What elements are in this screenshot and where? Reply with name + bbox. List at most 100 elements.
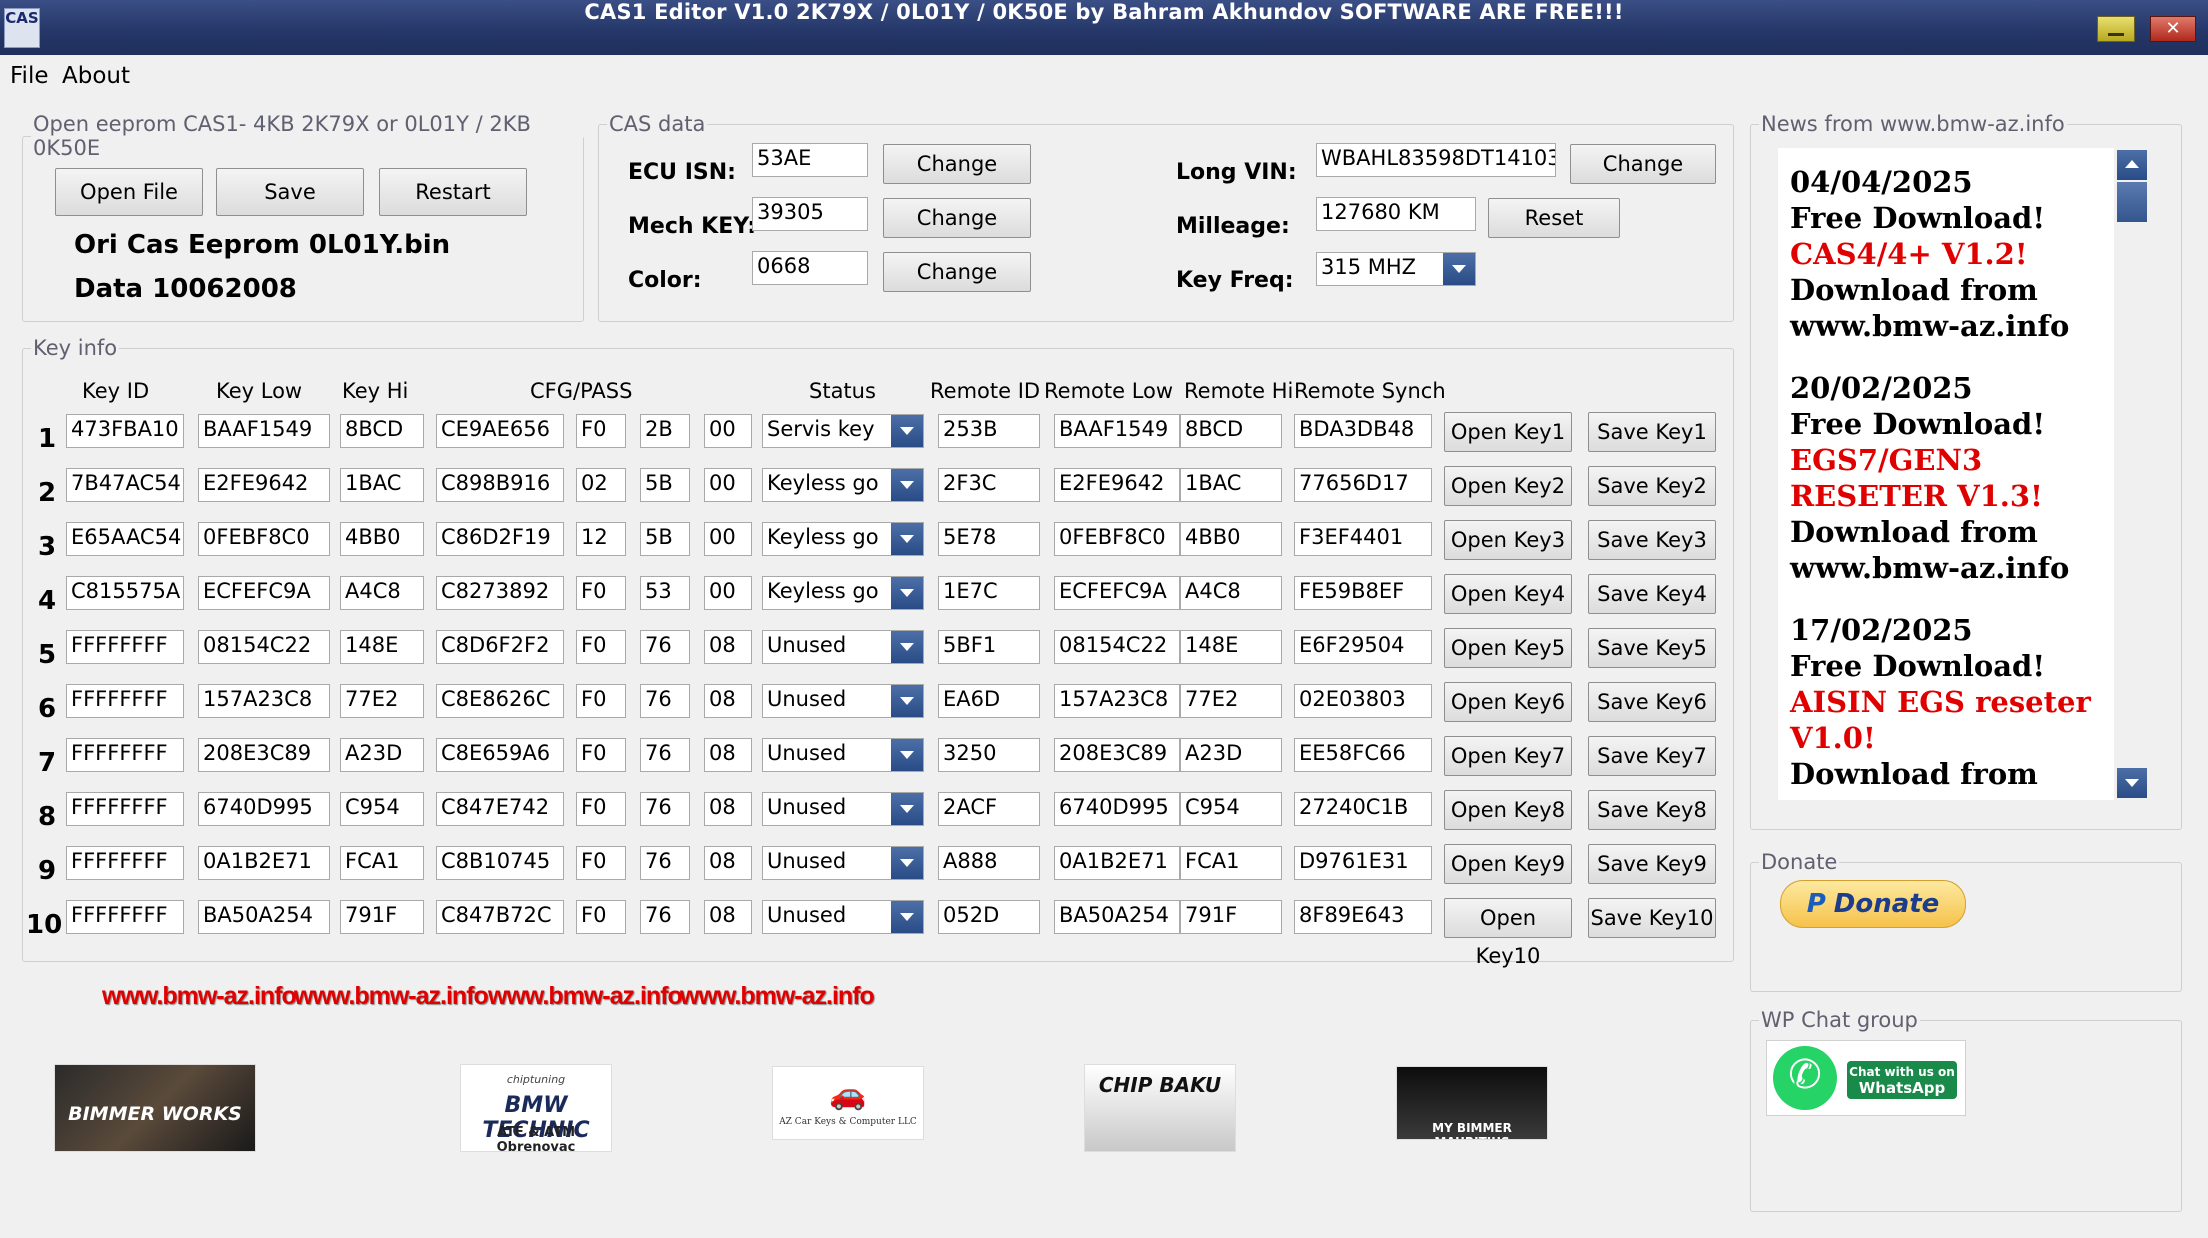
key-status-select[interactable]: Servis key <box>762 414 924 448</box>
chevron-down-icon[interactable] <box>891 739 923 771</box>
menu-about[interactable]: About <box>62 63 130 89</box>
chevron-down-icon[interactable] <box>891 847 923 879</box>
key-p1-field[interactable]: F0 <box>576 414 626 448</box>
key-p2-field[interactable]: 53 <box>640 576 690 610</box>
open-key-button[interactable]: Open Key3 <box>1444 520 1572 560</box>
news-scrollbar[interactable] <box>2114 148 2150 800</box>
donate-button[interactable]: P Donate <box>1780 880 1966 928</box>
promo-link-3[interactable]: www.bmw-az.info <box>488 982 683 1011</box>
my-bimmer-logo[interactable]: MY BIMMER MAURITIUS <box>1396 1066 1548 1140</box>
save-key-button[interactable]: Save Key9 <box>1588 844 1716 884</box>
key-status-select[interactable]: Keyless go <box>762 576 924 610</box>
key-status-select[interactable]: Unused <box>762 792 924 826</box>
key-status-select[interactable]: Unused <box>762 900 924 934</box>
key-p3-field[interactable]: 08 <box>704 738 752 772</box>
key-remote-id-field[interactable]: 3250 <box>938 738 1040 772</box>
key-key-id-field[interactable]: E65AAC54 <box>66 522 184 556</box>
save-key-button[interactable]: Save Key2 <box>1588 466 1716 506</box>
key-remote-hi-field[interactable]: 77E2 <box>1180 684 1282 718</box>
key-key-low-field[interactable]: BA50A254 <box>198 900 330 934</box>
key-cfg-field[interactable]: C898B916 <box>436 468 564 502</box>
bmw-technic-logo[interactable]: chiptuning BMW TECHNIC ATF & ATM Obrenov… <box>460 1064 612 1152</box>
scroll-up-icon[interactable] <box>2117 150 2147 180</box>
key-remote-hi-field[interactable]: 1BAC <box>1180 468 1282 502</box>
whatsapp-button[interactable]: Chat with us on WhatsApp <box>1766 1040 1966 1116</box>
save-key-button[interactable]: Save Key4 <box>1588 574 1716 614</box>
key-key-hi-field[interactable]: C954 <box>340 792 424 826</box>
key-p1-field[interactable]: F0 <box>576 576 626 610</box>
key-remote-id-field[interactable]: A888 <box>938 846 1040 880</box>
key-remote-low-field[interactable]: 6740D995 <box>1054 792 1180 826</box>
chevron-down-icon[interactable] <box>891 415 923 447</box>
key-key-low-field[interactable]: BAAF1549 <box>198 414 330 448</box>
key-p2-field[interactable]: 76 <box>640 738 690 772</box>
key-remote-low-field[interactable]: 157A23C8 <box>1054 684 1180 718</box>
reset-milleage-button[interactable]: Reset <box>1488 198 1620 238</box>
key-cfg-field[interactable]: C8B10745 <box>436 846 564 880</box>
key-remote-synch-field[interactable]: 77656D17 <box>1294 468 1432 502</box>
key-key-hi-field[interactable]: A4C8 <box>340 576 424 610</box>
key-remote-low-field[interactable]: 0FEBF8C0 <box>1054 522 1180 556</box>
key-remote-synch-field[interactable]: F3EF4401 <box>1294 522 1432 556</box>
save-key-button[interactable]: Save Key8 <box>1588 790 1716 830</box>
change-color-button[interactable]: Change <box>883 252 1031 292</box>
key-key-hi-field[interactable]: 77E2 <box>340 684 424 718</box>
key-remote-id-field[interactable]: 5E78 <box>938 522 1040 556</box>
key-remote-hi-field[interactable]: A4C8 <box>1180 576 1282 610</box>
news-link[interactable]: www.bmw-az.info <box>1790 550 2114 586</box>
key-key-low-field[interactable]: 208E3C89 <box>198 738 330 772</box>
chevron-down-icon[interactable] <box>891 469 923 501</box>
chevron-down-icon[interactable] <box>891 577 923 609</box>
scroll-thumb[interactable] <box>2117 182 2147 222</box>
key-p2-field[interactable]: 76 <box>640 684 690 718</box>
open-key-button[interactable]: Open Key4 <box>1444 574 1572 614</box>
key-key-id-field[interactable]: FFFFFFFF <box>66 684 184 718</box>
key-p1-field[interactable]: 02 <box>576 468 626 502</box>
key-remote-low-field[interactable]: 0A1B2E71 <box>1054 846 1180 880</box>
open-key-button[interactable]: Open Key1 <box>1444 412 1572 452</box>
key-remote-low-field[interactable]: E2FE9642 <box>1054 468 1180 502</box>
open-key-button[interactable]: Open Key7 <box>1444 736 1572 776</box>
change-vin-button[interactable]: Change <box>1570 144 1716 184</box>
key-key-id-field[interactable]: 7B47AC54 <box>66 468 184 502</box>
promo-link-4[interactable]: www.bmw-az.info <box>680 982 875 1011</box>
key-cfg-field[interactable]: C8E659A6 <box>436 738 564 772</box>
key-status-select[interactable]: Unused <box>762 738 924 772</box>
key-remote-synch-field[interactable]: E6F29504 <box>1294 630 1432 664</box>
chevron-down-icon[interactable] <box>891 685 923 717</box>
key-remote-id-field[interactable]: 052D <box>938 900 1040 934</box>
save-key-button[interactable]: Save Key10 <box>1588 898 1716 938</box>
key-remote-synch-field[interactable]: 02E03803 <box>1294 684 1432 718</box>
key-p1-field[interactable]: 12 <box>576 522 626 556</box>
key-key-low-field[interactable]: 08154C22 <box>198 630 330 664</box>
key-p2-field[interactable]: 76 <box>640 630 690 664</box>
save-key-button[interactable]: Save Key5 <box>1588 628 1716 668</box>
key-freq-select[interactable]: 315 MHZ <box>1316 252 1476 286</box>
long-vin-field[interactable]: WBAHL83598DT14103 <box>1316 143 1556 177</box>
save-button[interactable]: Save <box>216 168 364 216</box>
key-cfg-field[interactable]: C8E8626C <box>436 684 564 718</box>
key-remote-hi-field[interactable]: FCA1 <box>1180 846 1282 880</box>
key-status-select[interactable]: Unused <box>762 846 924 880</box>
milleage-field[interactable]: 127680 KM <box>1316 197 1476 231</box>
key-key-hi-field[interactable]: A23D <box>340 738 424 772</box>
key-remote-synch-field[interactable]: EE58FC66 <box>1294 738 1432 772</box>
key-key-id-field[interactable]: FFFFFFFF <box>66 900 184 934</box>
key-cfg-field[interactable]: C847B72C <box>436 900 564 934</box>
key-p1-field[interactable]: F0 <box>576 846 626 880</box>
change-mech-key-button[interactable]: Change <box>883 198 1031 238</box>
news-panel[interactable]: 04/04/2025 Free Download! CAS4/4+ V1.2! … <box>1778 148 2114 800</box>
key-p2-field[interactable]: 76 <box>640 846 690 880</box>
key-p3-field[interactable]: 08 <box>704 630 752 664</box>
key-remote-synch-field[interactable]: 8F89E643 <box>1294 900 1432 934</box>
key-remote-hi-field[interactable]: A23D <box>1180 738 1282 772</box>
save-key-button[interactable]: Save Key7 <box>1588 736 1716 776</box>
key-cfg-field[interactable]: C8D6F2F2 <box>436 630 564 664</box>
key-key-hi-field[interactable]: FCA1 <box>340 846 424 880</box>
key-key-hi-field[interactable]: 8BCD <box>340 414 424 448</box>
key-remote-synch-field[interactable]: 27240C1B <box>1294 792 1432 826</box>
key-status-select[interactable]: Unused <box>762 684 924 718</box>
key-remote-hi-field[interactable]: 791F <box>1180 900 1282 934</box>
key-p2-field[interactable]: 2B <box>640 414 690 448</box>
key-remote-synch-field[interactable]: D9761E31 <box>1294 846 1432 880</box>
